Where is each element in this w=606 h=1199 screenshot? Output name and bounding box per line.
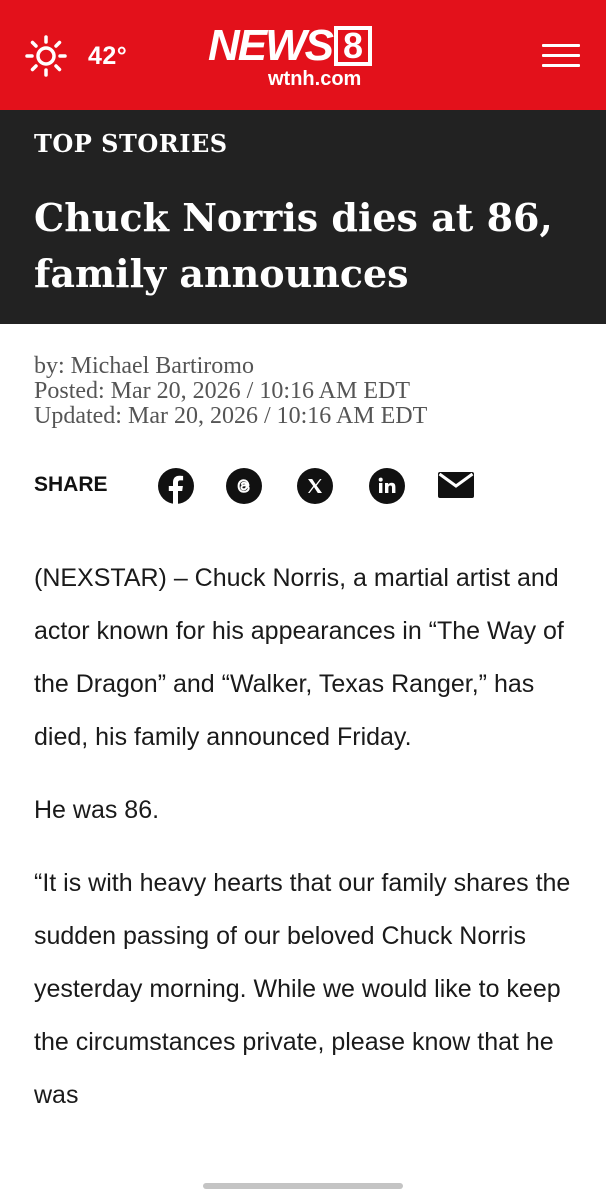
hamburger-menu-icon[interactable] [542, 42, 580, 70]
author-line: by: Michael Bartiromo [34, 353, 254, 379]
logo-word: NEWS [208, 21, 334, 70]
temperature: 42° [88, 41, 128, 70]
article-paragraph: (NEXSTAR) – Chuck Norris, a martial arti… [34, 564, 564, 751]
site-header: 42° NEWS 8 wtnh.com [0, 0, 606, 110]
article-paragraph: “It is with heavy hearts that our family… [34, 869, 571, 1109]
article-headline: Chuck Norris dies at 86, family announce… [34, 195, 553, 296]
logo-number-box: 8 [334, 26, 372, 66]
x-icon[interactable] [297, 468, 333, 504]
weather-widget[interactable]: 42° [24, 34, 127, 78]
byline: by: Michael Bartiromo Posted: Mar 20, 20… [34, 354, 594, 429]
posted-date: Posted: Mar 20, 2026 / 10:16 AM EDT [34, 378, 410, 404]
article-body: (NEXSTAR) – Chuck Norris, a martial arti… [34, 552, 582, 1142]
share-label: SHARE [34, 473, 108, 496]
linkedin-icon[interactable] [369, 468, 405, 504]
home-indicator[interactable] [203, 1183, 403, 1189]
sun-icon [25, 35, 67, 77]
threads-icon[interactable] [226, 468, 262, 504]
facebook-icon[interactable] [158, 468, 194, 504]
article-paragraph: He was 86. [34, 796, 160, 824]
section-label[interactable]: TOP STORIES [34, 126, 228, 162]
news8-logo[interactable]: NEWS 8 wtnh.com [208, 24, 400, 90]
share-bar: SHARE [34, 462, 594, 508]
email-icon[interactable] [438, 472, 474, 498]
logo-number: 8 [342, 25, 364, 66]
updated-date: Updated: Mar 20, 2026 / 10:16 AM EDT [34, 403, 428, 429]
logo-domain: wtnh.com [268, 68, 362, 90]
